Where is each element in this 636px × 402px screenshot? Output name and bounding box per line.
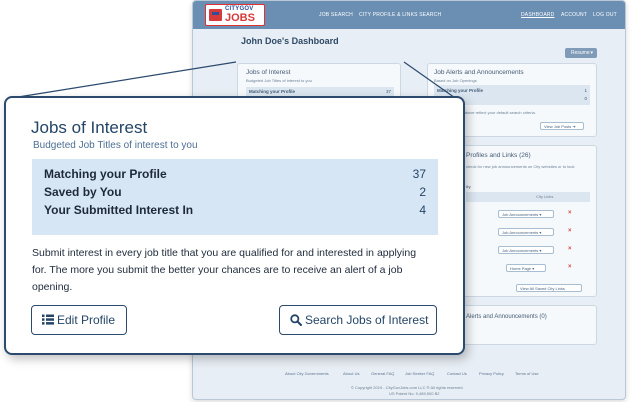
view-all-label: View All Saved City Links (520, 286, 565, 291)
remove-icon[interactable]: × (568, 210, 572, 216)
view-all-saved-city-links-button[interactable]: View All Saved City Links (516, 284, 582, 292)
footer-link[interactable]: About City Governments (285, 371, 329, 376)
card-description: Submit interest in every job title that … (32, 247, 417, 293)
bg-jobs-title: Jobs of Interest (246, 69, 291, 76)
bg-alerts-row-label: Matching your Profile (437, 88, 484, 93)
nav-job-search[interactable]: JOB SEARCH (319, 12, 353, 18)
logo-line2: JOBS (225, 12, 255, 24)
footer-link[interactable]: Privacy Policy (479, 371, 504, 376)
jobs-stats-panel: Matching your Profile 37 Saved by You 2 … (32, 159, 438, 235)
footer-link[interactable]: Job Seeker FAQ (405, 371, 434, 376)
stat-value: 4 (419, 203, 426, 217)
bg-jobs-row-value: 37 (385, 89, 391, 94)
nav-city-profile-search[interactable]: CITY PROFILE & LINKS SEARCH (359, 12, 441, 18)
nav-dashboard[interactable]: DASHBOARD (521, 12, 554, 18)
edit-profile-button[interactable]: Edit Profile (31, 305, 127, 335)
stat-label: Your Submitted Interest In (44, 203, 194, 217)
pill-label-1: Job Announcements (502, 212, 539, 217)
card-title: Jobs of Interest (31, 118, 148, 137)
dashboard-title: John Doe's Dashboard (241, 36, 339, 46)
bg-jobs-subtitle: Budgeted Job Titles of interest to you (246, 78, 312, 83)
nav-account[interactable]: ACCOUNT (561, 12, 587, 18)
footer-link[interactable]: Contact Us (447, 371, 467, 376)
stat-row-saved[interactable]: Saved by You 2 (44, 185, 426, 203)
resume-button-label: Resume (571, 50, 590, 56)
bg-alerts-row-value-2: 0 (584, 96, 587, 101)
stat-label: Saved by You (44, 185, 122, 199)
bg-alerts2-title: Alerts and Announcements (0) (466, 314, 547, 320)
card-subtitle: Budgeted Job Titles of interest to you (33, 140, 198, 151)
stat-label: Matching your Profile (44, 167, 167, 181)
footer-patent: US Patent No. 9,489,500 B2 (389, 391, 440, 396)
view-job-posts-label: View Job Posts (544, 124, 572, 129)
flag-icon (209, 9, 222, 21)
nav-log-out[interactable]: LOG OUT (593, 12, 617, 18)
home-page-select[interactable]: Home Page ▾ (506, 264, 546, 272)
remove-icon[interactable]: × (568, 264, 572, 270)
stat-value: 2 (419, 185, 426, 199)
job-announcements-select-1[interactable]: Job Announcements ▾ (498, 210, 554, 218)
search-jobs-of-interest-button[interactable]: Search Jobs of Interest (279, 305, 437, 335)
bg-jobs-row-label: Matching your Profile (249, 89, 296, 94)
top-navigation-bar: CITYGOV JOBS JOB SEARCH CITY PROFILE & L… (193, 1, 625, 29)
stat-row-submitted[interactable]: Your Submitted Interest In 4 (44, 203, 426, 221)
pill-label-3: Job Announcements (502, 248, 539, 253)
footer-link[interactable]: Terms of Use (515, 371, 539, 376)
home-page-label: Home Page (510, 266, 532, 271)
bg-col-city: ity (466, 184, 471, 189)
bg-profiles-title: Profiles and Links (26) (466, 152, 531, 159)
citygov-jobs-logo[interactable]: CITYGOV JOBS (205, 4, 265, 26)
bg-alerts-title: Job Alerts and Announcements (434, 69, 524, 76)
remove-icon[interactable]: × (568, 228, 572, 234)
bg-alerts-row-value-1: 1 (584, 88, 587, 93)
list-icon (42, 314, 54, 325)
footer-copyright: © Copyright 2019 - CityGovJobs.com LLC ®… (351, 385, 464, 390)
search-icon (290, 314, 302, 326)
bg-col-city-links: City Links (536, 194, 554, 199)
bg-profiles-header: City Links (466, 192, 590, 202)
pill-label-2: Job Announcements (502, 230, 539, 235)
stat-row-matching[interactable]: Matching your Profile 37 (44, 167, 426, 185)
view-job-posts-button[interactable]: View Job Posts ➔ (540, 122, 584, 130)
job-announcements-select-2[interactable]: Job Announcements ▾ (498, 228, 554, 236)
search-jobs-label: Search Jobs of Interest (305, 313, 429, 327)
bg-alerts-subtitle: Based on Job Openings (434, 78, 477, 83)
chevron-down-icon: ▾ (590, 50, 593, 56)
footer-link[interactable]: General FAQ (371, 371, 394, 376)
edit-profile-label: Edit Profile (57, 313, 116, 327)
footer-link[interactable]: About Us (343, 371, 359, 376)
job-announcements-select-3[interactable]: Job Announcements ▾ (498, 246, 554, 254)
resume-dropdown-button[interactable]: Resume ▾ (565, 48, 597, 58)
stat-value: 37 (412, 167, 426, 181)
bg-profiles-note: check for new job announcements on City … (466, 164, 575, 169)
jobs-of-interest-card: Jobs of Interest Budgeted Job Titles of … (4, 96, 465, 355)
remove-icon[interactable]: × (568, 246, 572, 252)
